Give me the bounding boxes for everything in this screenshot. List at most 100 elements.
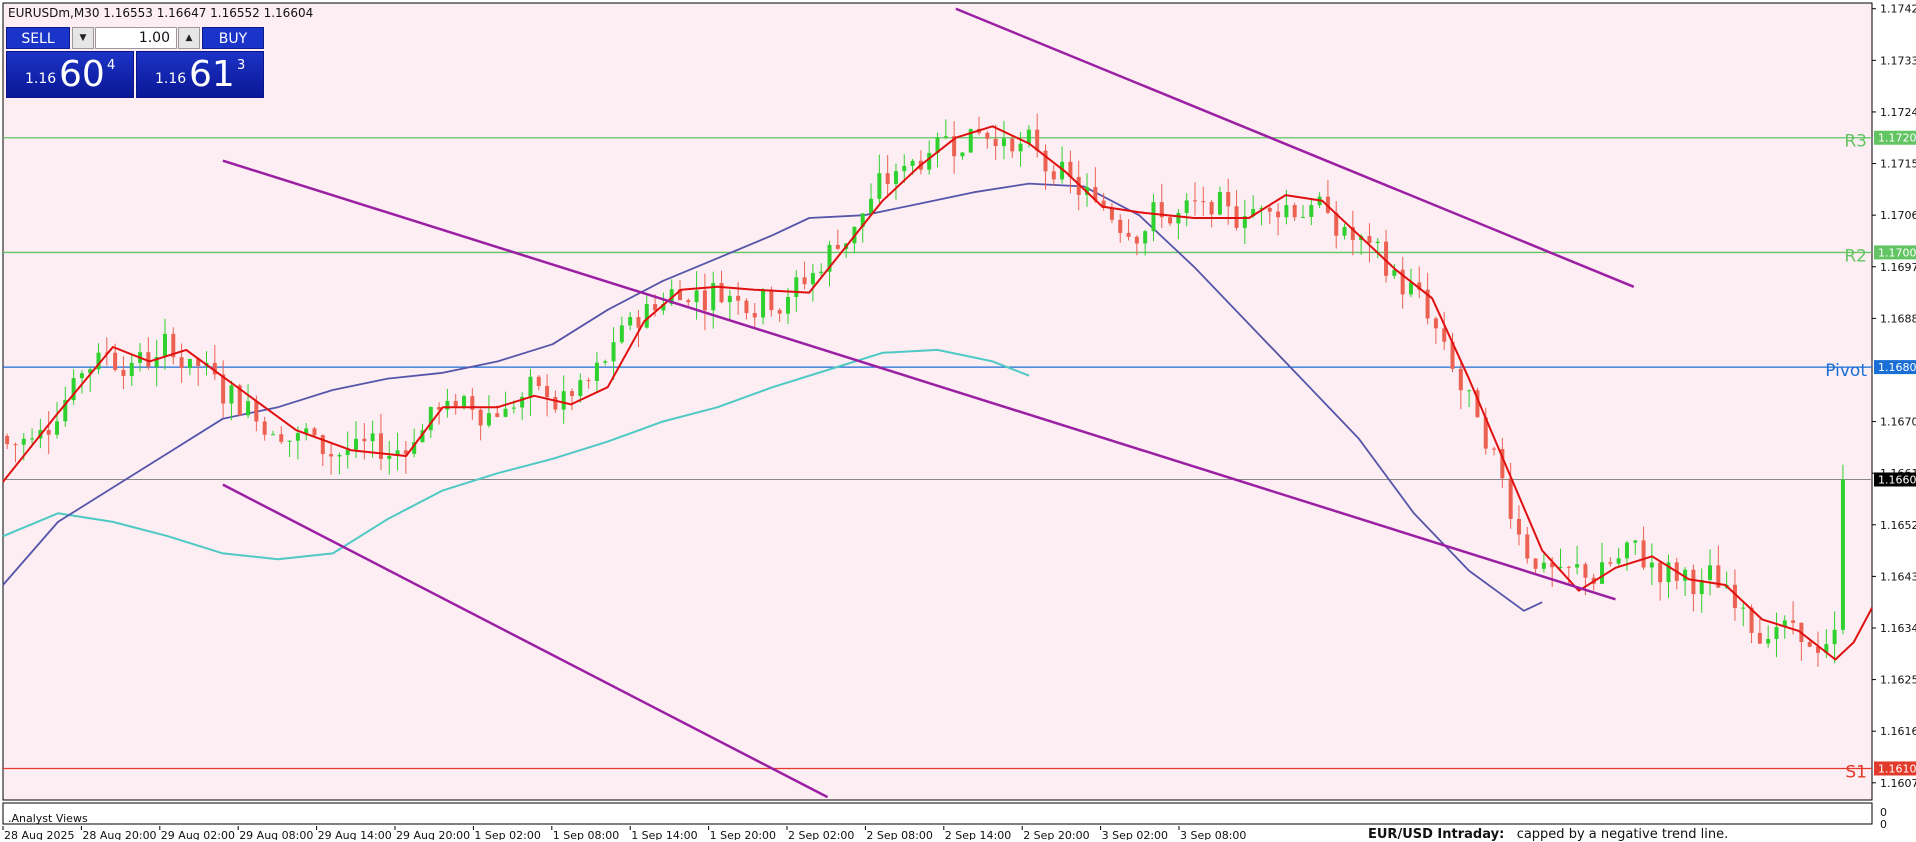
candle-body [902,165,907,172]
candle-body [927,152,932,170]
x-tick-label: 2 Sep 02:00 [788,829,854,840]
candle-body [943,136,948,138]
x-tick-label: 1 Sep 08:00 [553,829,619,840]
buy-button[interactable]: BUY [202,27,264,49]
candle-body [1276,211,1281,218]
candle-body [869,198,874,214]
candle-body [594,362,599,382]
ask-price-button[interactable]: 1.16 61 3 [136,51,264,98]
x-tick-label: 3 Sep 08:00 [1180,829,1246,840]
candle-body [636,317,641,328]
candle-body [486,413,491,426]
candle-body [1118,219,1123,233]
ask-pips: 61 [189,54,235,95]
one-click-trading-panel: SELL ▼ 1.00 ▲ BUY 1.16 60 4 1.16 61 3 [6,27,264,99]
lot-increase-button[interactable]: ▲ [178,27,200,49]
candle-body [769,289,774,311]
lot-size-input[interactable]: 1.00 [95,27,177,49]
candle-body [794,277,799,298]
y-tick-label: 1.16255 [1880,674,1916,687]
y-tick-label: 1.16345 [1880,622,1916,635]
candle-body [1641,540,1646,568]
x-tick-label: 1 Sep 14:00 [631,829,697,840]
y-tick-label: 1.17425 [1880,3,1916,16]
candle-body [686,300,691,303]
candle-body [279,434,284,442]
candle-body [993,138,998,147]
y-tick-label: 1.16075 [1880,777,1916,790]
plot-area [2,2,1873,801]
candle-body [1001,138,1006,147]
candle-body [1624,542,1629,559]
candle-body [46,429,51,435]
candle-body [1051,171,1056,180]
candle-body [885,173,890,184]
subwindow-axis-label: 0 [1880,818,1887,831]
x-tick-label: 2 Sep 14:00 [945,829,1011,840]
candle-body [810,273,815,285]
candle-body [287,440,292,442]
x-tick-label: 1 Sep 02:00 [474,829,540,840]
candle-body [835,244,840,249]
candle-body [162,333,167,357]
candle-body [1168,217,1173,224]
candle-body [893,171,898,184]
indicator-subwindow [2,802,1873,825]
level-name-pivot: Pivot [1825,361,1867,381]
candle-body [1433,318,1438,329]
candle-body [1766,638,1771,644]
candle-body [1633,540,1638,543]
candle-body [1791,620,1796,623]
candle-body [1184,200,1189,213]
candle-body [1143,231,1148,244]
bid-price-button[interactable]: 1.16 60 4 [6,51,134,98]
y-tick-label: 1.16975 [1880,261,1916,274]
y-tick-label: 1.17155 [1880,158,1916,171]
candle-body [910,160,915,166]
candle-body [1026,129,1031,144]
candle-body [702,290,707,311]
ask-fraction: 3 [237,58,246,73]
candle-body [1616,558,1621,564]
candle-body [370,433,375,442]
candle-body [1608,562,1613,564]
candle-body [536,376,541,386]
chart-window: EURUSDm,M30 1.16553 1.16647 1.16552 1.16… [0,0,1916,842]
candle-body [113,352,118,370]
candle-body [694,290,699,303]
candle-body [1134,236,1139,244]
candle-body [1442,328,1447,342]
candle-body [1300,216,1305,218]
candle-body [1508,478,1513,519]
candle-body [295,433,300,441]
x-tick-label: 29 Aug 02:00 [161,829,235,840]
candle-body [179,357,184,369]
x-tick-label: 2 Sep 08:00 [866,829,932,840]
candle-body [270,434,275,436]
candle-body [1600,562,1605,584]
y-tick-label: 1.17245 [1880,106,1916,119]
y-tick-label: 1.16885 [1880,312,1916,325]
candle-body [1658,562,1663,583]
candle-body [1691,569,1696,595]
bid-big-figure: 1.16 [25,71,57,87]
price-chart[interactable]: EURUSDm,M30 1.16553 1.16647 1.16552 1.16… [0,0,1916,840]
candle-body [329,453,334,457]
candle-body [611,342,616,362]
level-name-s1: S1 [1845,762,1867,782]
candle-body [1492,448,1497,450]
candle-body [1292,205,1297,218]
candle-body [121,369,126,377]
candle-body [478,409,483,426]
candle-body [1741,607,1746,609]
candle-body [1267,207,1272,212]
candle-body [54,421,59,435]
candle-body [1757,632,1762,644]
sell-button[interactable]: SELL [6,27,70,49]
candle-body [1109,207,1114,220]
candle-body [511,407,516,409]
candle-body [1010,138,1015,152]
candle-body [503,408,508,417]
candle-body [312,428,317,436]
lot-decrease-button[interactable]: ▼ [72,27,94,49]
